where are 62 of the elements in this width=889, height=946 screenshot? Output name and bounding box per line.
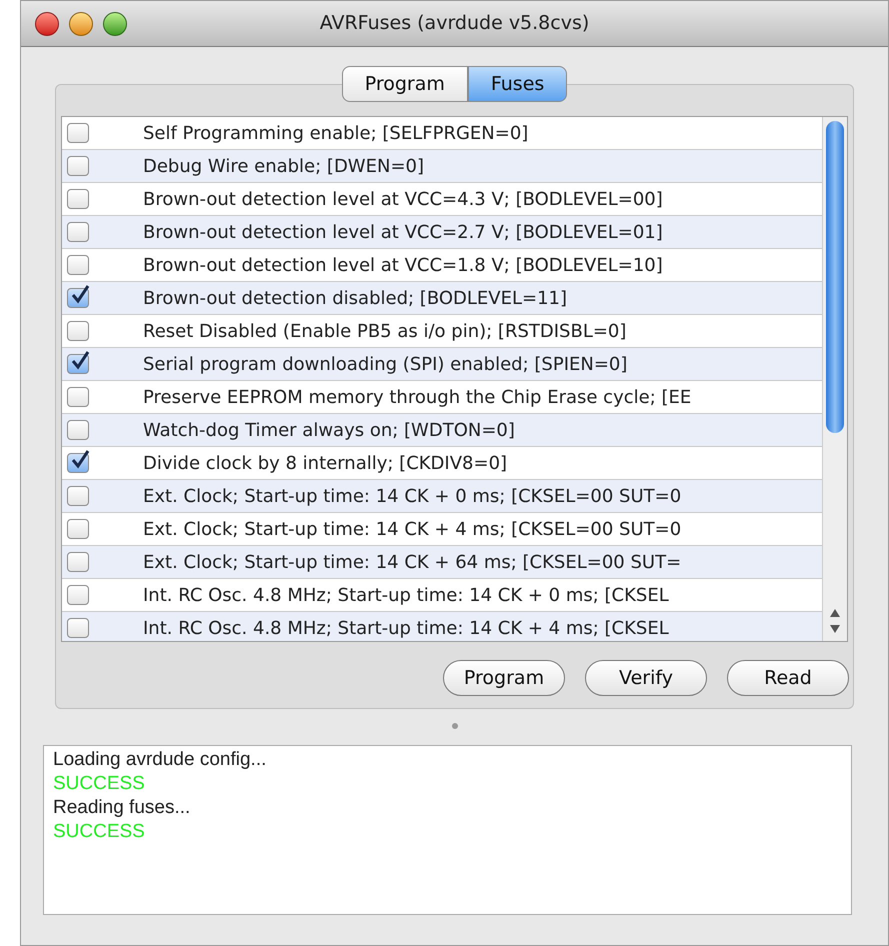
minimize-button[interactable]	[69, 12, 93, 36]
checkmark-icon	[70, 284, 90, 304]
fuse-label: Int. RC Osc. 4.8 MHz; Start-up time: 14 CK + 0 ms; [CKSEL	[143, 584, 669, 608]
fuse-label: Divide clock by 8 internally; [CKDIV8=0]	[143, 452, 508, 476]
fuse-label: Brown-out detection level at VCC=1.8 V; [BODLEVEL=10]	[143, 254, 663, 278]
checkbox[interactable]	[67, 387, 89, 407]
checkbox[interactable]	[67, 585, 89, 605]
fuse-row[interactable]: Brown-out detection level at VCC=2.7 V; [BODLEVEL=01]	[62, 216, 822, 249]
fuse-row[interactable]: Serial program downloading (SPI) enabled; [SPIEN=0]	[62, 348, 822, 381]
checkbox[interactable]	[67, 321, 89, 341]
fuse-label: Int. RC Osc. 4.8 MHz; Start-up time: 14 CK + 4 ms; [CKSEL	[143, 616, 669, 640]
fuse-row[interactable]: Ext. Clock; Start-up time: 14 CK + 0 ms; [CKSEL=00 SUT=0	[62, 480, 822, 513]
fuse-label: Preserve EEPROM memory through the Chip Erase cycle; [EE	[143, 386, 692, 410]
action-button[interactable]: Read	[727, 660, 849, 696]
log-line: SUCCESS	[53, 772, 146, 796]
close-button[interactable]	[35, 12, 59, 36]
checkbox[interactable]	[67, 552, 89, 572]
checkbox[interactable]	[67, 519, 89, 539]
checkmark-icon	[70, 350, 90, 370]
fuse-row[interactable]: Int. RC Osc. 4.8 MHz; Start-up time: 14 CK + 4 ms; [CKSEL	[62, 612, 822, 641]
fuse-row[interactable]: Divide clock by 8 internally; [CKDIV8=0]	[62, 447, 822, 480]
splitter-handle[interactable]	[452, 723, 458, 729]
fuse-row[interactable]: Watch-dog Timer always on; [WDTON=0]	[62, 414, 822, 447]
fuse-label: Brown-out detection level at VCC=4.3 V; [BODLEVEL=00]	[143, 188, 663, 212]
scroll-up-icon[interactable]	[830, 609, 840, 617]
checkbox[interactable]	[67, 453, 89, 473]
checkbox[interactable]	[67, 354, 89, 374]
tab[interactable]: Fuses	[468, 66, 568, 102]
checkbox[interactable]	[67, 486, 89, 506]
log-line: Reading fuses...	[53, 796, 192, 820]
fuse-label: Self Programming enable; [SELFPRGEN=0]	[143, 122, 528, 146]
fuse-row[interactable]: Brown-out detection disabled; [BODLEVEL=11]	[62, 282, 822, 315]
checkbox[interactable]	[67, 420, 89, 440]
tab[interactable]: Program	[342, 66, 468, 102]
checkbox[interactable]	[67, 189, 89, 209]
scroll-down-icon[interactable]	[830, 625, 840, 633]
fuse-label: Debug Wire enable; [DWEN=0]	[143, 154, 424, 178]
scrollbar-thumb[interactable]	[826, 121, 844, 433]
scrollbar[interactable]	[822, 117, 847, 641]
fuse-label: Watch-dog Timer always on; [WDTON=0]	[143, 418, 515, 442]
checkmark-icon	[70, 449, 90, 469]
fuse-row[interactable]: Ext. Clock; Start-up time: 14 CK + 64 ms; [CKSEL=00 SUT=	[62, 546, 822, 579]
log-line: Loading avrdude config...	[53, 748, 268, 772]
action-button[interactable]: Verify	[585, 660, 707, 696]
log-line: SUCCESS	[53, 820, 146, 844]
fuse-label: Serial program downloading (SPI) enabled; [SPIEN=0]	[143, 352, 628, 376]
checkbox[interactable]	[67, 288, 89, 308]
fuse-label: Ext. Clock; Start-up time: 14 CK + 0 ms; [CKSEL=00 SUT=0	[143, 484, 682, 508]
fuse-label: Reset Disabled (Enable PB5 as i/o pin); [RSTDISBL=0]	[143, 320, 626, 344]
checkbox[interactable]	[67, 156, 89, 176]
checkbox[interactable]	[67, 123, 89, 143]
window-title: AVRFuses (avrdude v5.8cvs)	[320, 11, 590, 36]
checkbox[interactable]	[67, 255, 89, 275]
fuse-label: Brown-out detection level at VCC=2.7 V; [BODLEVEL=01]	[143, 220, 663, 244]
action-button[interactable]: Program	[443, 660, 565, 696]
fuse-label: Ext. Clock; Start-up time: 14 CK + 4 ms; [CKSEL=00 SUT=0	[143, 518, 682, 542]
fuse-label: Brown-out detection disabled; [BODLEVEL=11]	[143, 286, 568, 310]
checkbox[interactable]	[67, 618, 89, 638]
checkbox[interactable]	[67, 222, 89, 242]
zoom-button[interactable]	[103, 12, 127, 36]
fuse-row[interactable]: Debug Wire enable; [DWEN=0]	[62, 150, 822, 183]
fuse-label: Ext. Clock; Start-up time: 14 CK + 64 ms; [CKSEL=00 SUT=	[143, 550, 682, 574]
